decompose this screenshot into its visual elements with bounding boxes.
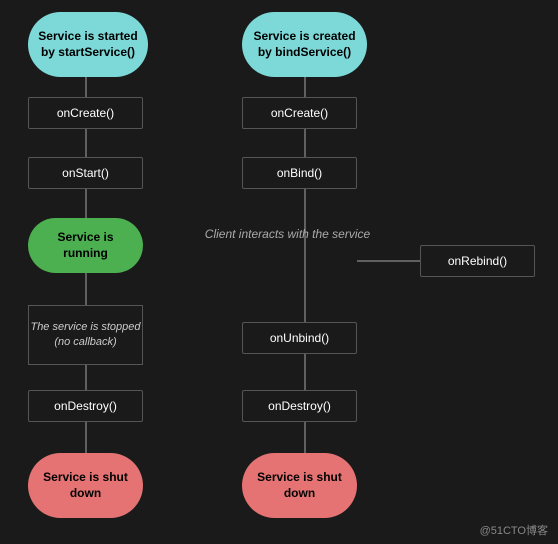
col1-running-pill: Service is running (28, 218, 143, 273)
col1-shutdown-pill: Service is shut down (28, 453, 143, 518)
col2-client-label: Client interacts with the service (190, 220, 385, 248)
col3-onrebind: onRebind() (420, 245, 535, 277)
col2-ondestroy: onDestroy() (242, 390, 357, 422)
col2-onunbind: onUnbind() (242, 322, 357, 354)
col1-ondestroy: onDestroy() (28, 390, 143, 422)
watermark: @51CTO博客 (480, 522, 548, 538)
col1-start-pill: Service is started by startService() (28, 12, 148, 77)
col1-onstart: onStart() (28, 157, 143, 189)
col1-oncreate: onCreate() (28, 97, 143, 129)
col1-stopped-label: The service is stopped (no callback) (28, 305, 143, 365)
col2-start-pill: Service is created by bindService() (242, 12, 367, 77)
col2-shutdown-pill: Service is shut down (242, 453, 357, 518)
col2-oncreate: onCreate() (242, 97, 357, 129)
diagram: Service is started by startService() onC… (0, 0, 558, 544)
col2-onbind: onBind() (242, 157, 357, 189)
